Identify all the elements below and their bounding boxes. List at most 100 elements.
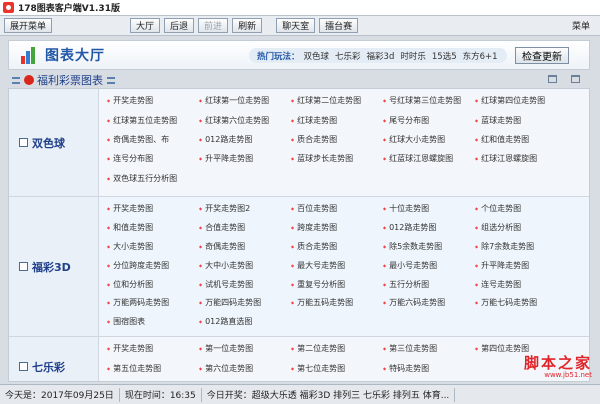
chart-link[interactable]: 开奖走势图 <box>105 199 197 218</box>
hot-games-bar: 热门玩法： 双色球 七乐彩 福彩3d 时时乐 15选5 东方6+1 <box>249 48 507 63</box>
chart-link[interactable]: 万能五码走势图 <box>289 293 381 312</box>
checkbox-icon[interactable] <box>19 362 28 371</box>
welfare-lottery-icon <box>24 75 34 85</box>
chart-link[interactable]: 红球第二位走势图 <box>289 91 381 110</box>
chart-link[interactable]: 百位走势图 <box>289 199 381 218</box>
chart-link[interactable]: 红蓝球江恩螺旋图 <box>381 149 473 168</box>
menu-button[interactable]: 菜单 <box>572 19 596 32</box>
window-title: 178图表客户端V1.31版 <box>18 4 120 14</box>
chart-link[interactable]: 跨度走势图 <box>289 218 381 237</box>
chart-link[interactable]: 奇偶走势图、布 <box>105 130 197 149</box>
chart-link[interactable]: 红球走势图 <box>289 110 381 129</box>
chart-link[interactable]: 红球大小走势图 <box>381 130 473 149</box>
chart-link[interactable]: 分位跨度走势图 <box>105 256 197 275</box>
contest-button[interactable]: 擂台赛 <box>319 18 359 33</box>
chart-link[interactable]: 第七位走势图 <box>289 358 381 377</box>
menu-lines-icon <box>12 76 20 84</box>
lottery-name: 福彩3D <box>32 260 71 274</box>
hot-game-link[interactable]: 福彩3d <box>367 50 395 62</box>
chart-link[interactable]: 组选分析图 <box>473 218 565 237</box>
chart-link[interactable]: 万能四码走势图 <box>197 293 289 312</box>
chart-link[interactable]: 第一位走势图 <box>197 339 289 358</box>
chart-link[interactable]: 第六位走势图 <box>197 358 289 377</box>
chart-link[interactable]: 蓝球走势图 <box>473 110 565 129</box>
chart-link[interactable]: 特码走势图 <box>381 358 473 377</box>
bar-chart-icon <box>21 46 39 64</box>
chart-link[interactable]: 重复号分析图 <box>289 275 381 294</box>
lobby-button[interactable]: 大厅 <box>130 18 161 33</box>
chart-link[interactable]: 连号走势图 <box>473 275 565 294</box>
check-update-button[interactable]: 检查更新 <box>515 47 569 64</box>
chart-link[interactable]: 第三位走势图 <box>381 339 473 358</box>
chart-link[interactable]: 除7余数走势图 <box>473 237 565 256</box>
menu-lines-icon <box>107 76 115 84</box>
checkbox-icon[interactable] <box>19 138 28 147</box>
chatroom-button[interactable]: 聊天室 <box>276 18 316 33</box>
chart-link[interactable]: 012路直选图 <box>197 312 289 331</box>
back-button[interactable]: 后退 <box>164 18 195 33</box>
toolbar: 展开菜单 大厅 后退 前进 刷新 聊天室 擂台赛 菜单 <box>0 16 600 36</box>
chart-link[interactable]: 号红球第三位走势图 <box>381 91 473 110</box>
chart-link[interactable]: 第五位走势图 <box>105 358 197 377</box>
hot-game-link[interactable]: 时时乐 <box>400 50 426 62</box>
today-draws: 今日开奖：超级大乐透 福彩3D 排列三 七乐彩 排列五 体育... <box>202 387 456 402</box>
chart-link[interactable]: 双色球五行分析图 <box>105 169 197 188</box>
lottery-label: 七乐彩 <box>9 337 99 381</box>
hot-game-link[interactable]: 双色球 <box>304 50 330 62</box>
chart-link[interactable]: 蓝球步长走势图 <box>289 149 381 168</box>
watermark-text: 脚本之家 <box>523 354 592 372</box>
chart-link[interactable]: 红球第五位走势图 <box>105 110 197 129</box>
hot-game-link[interactable]: 东方6+1 <box>463 50 498 62</box>
chart-link[interactable]: 位和分析图 <box>105 275 197 294</box>
chart-link[interactable]: 红和值走势图 <box>473 130 565 149</box>
chart-link[interactable]: 012路走势图 <box>381 218 473 237</box>
minimize-icon[interactable] <box>548 75 557 83</box>
chart-link[interactable]: 最小号走势图 <box>381 256 473 275</box>
chart-link[interactable]: 红球第一位走势图 <box>197 91 289 110</box>
hot-game-link[interactable]: 15选5 <box>432 50 457 62</box>
chart-link[interactable]: 012路走势图 <box>197 130 289 149</box>
chart-links: 开奖走势图开奖走势图2百位走势图十位走势图个位走势图和值走势图合值走势图跨度走势… <box>105 199 589 331</box>
chart-link[interactable]: 个位走势图 <box>473 199 565 218</box>
hot-game-link[interactable]: 七乐彩 <box>335 50 361 62</box>
chart-link[interactable]: 质合走势图 <box>289 237 381 256</box>
chart-link[interactable]: 升平降走势图 <box>473 256 565 275</box>
checkbox-icon[interactable] <box>19 262 28 271</box>
chart-link[interactable]: 合值走势图 <box>197 218 289 237</box>
expand-menu-button[interactable]: 展开菜单 <box>4 18 53 33</box>
chart-link[interactable]: 五行分析图 <box>381 275 473 294</box>
watermark-url: www.jb51.net <box>544 371 592 379</box>
chart-link[interactable]: 十位走势图 <box>381 199 473 218</box>
forward-button[interactable]: 前进 <box>198 18 229 33</box>
lottery-name: 双色球 <box>32 136 65 150</box>
chart-link[interactable]: 红球江恩螺旋图 <box>473 149 565 168</box>
section-window-controls <box>548 75 580 83</box>
chart-link[interactable]: 大中小走势图 <box>197 256 289 275</box>
chart-link[interactable]: 万能七码走势图 <box>473 293 565 312</box>
chart-link[interactable]: 开奖走势图 <box>105 91 197 110</box>
section-header: 福利彩票图表 <box>8 72 590 88</box>
chart-link[interactable]: 万能两码走势图 <box>105 293 197 312</box>
chart-link[interactable]: 试机号走势图 <box>197 275 289 294</box>
refresh-button[interactable]: 刷新 <box>232 18 263 33</box>
chart-link[interactable]: 尾号分布图 <box>381 110 473 129</box>
chart-link[interactable]: 奇偶走势图 <box>197 237 289 256</box>
chart-link[interactable]: 大小走势图 <box>105 237 197 256</box>
site-watermark: 脚本之家 www.jb51.net <box>468 352 596 382</box>
chart-link[interactable]: 第二位走势图 <box>289 339 381 358</box>
chart-link[interactable]: 万能六码走势图 <box>381 293 473 312</box>
chart-link[interactable]: 红球第四位走势图 <box>473 91 565 110</box>
section-title: 福利彩票图表 <box>37 74 103 87</box>
chart-link[interactable]: 升平降走势图 <box>197 149 289 168</box>
chart-link[interactable]: 开奖走势图 <box>105 339 197 358</box>
chart-link[interactable]: 连号分布图 <box>105 149 197 168</box>
maximize-icon[interactable] <box>571 75 580 83</box>
hot-games-label: 热门玩法： <box>257 51 300 62</box>
chart-link[interactable]: 开奖走势图2 <box>197 199 289 218</box>
chart-link[interactable]: 围宿图表 <box>105 312 197 331</box>
chart-link[interactable]: 最大号走势图 <box>289 256 381 275</box>
chart-link[interactable]: 除5余数走势图 <box>381 237 473 256</box>
chart-link[interactable]: 和值走势图 <box>105 218 197 237</box>
chart-link[interactable]: 质合走势图 <box>289 130 381 149</box>
chart-link[interactable]: 红球第六位走势图 <box>197 110 289 129</box>
